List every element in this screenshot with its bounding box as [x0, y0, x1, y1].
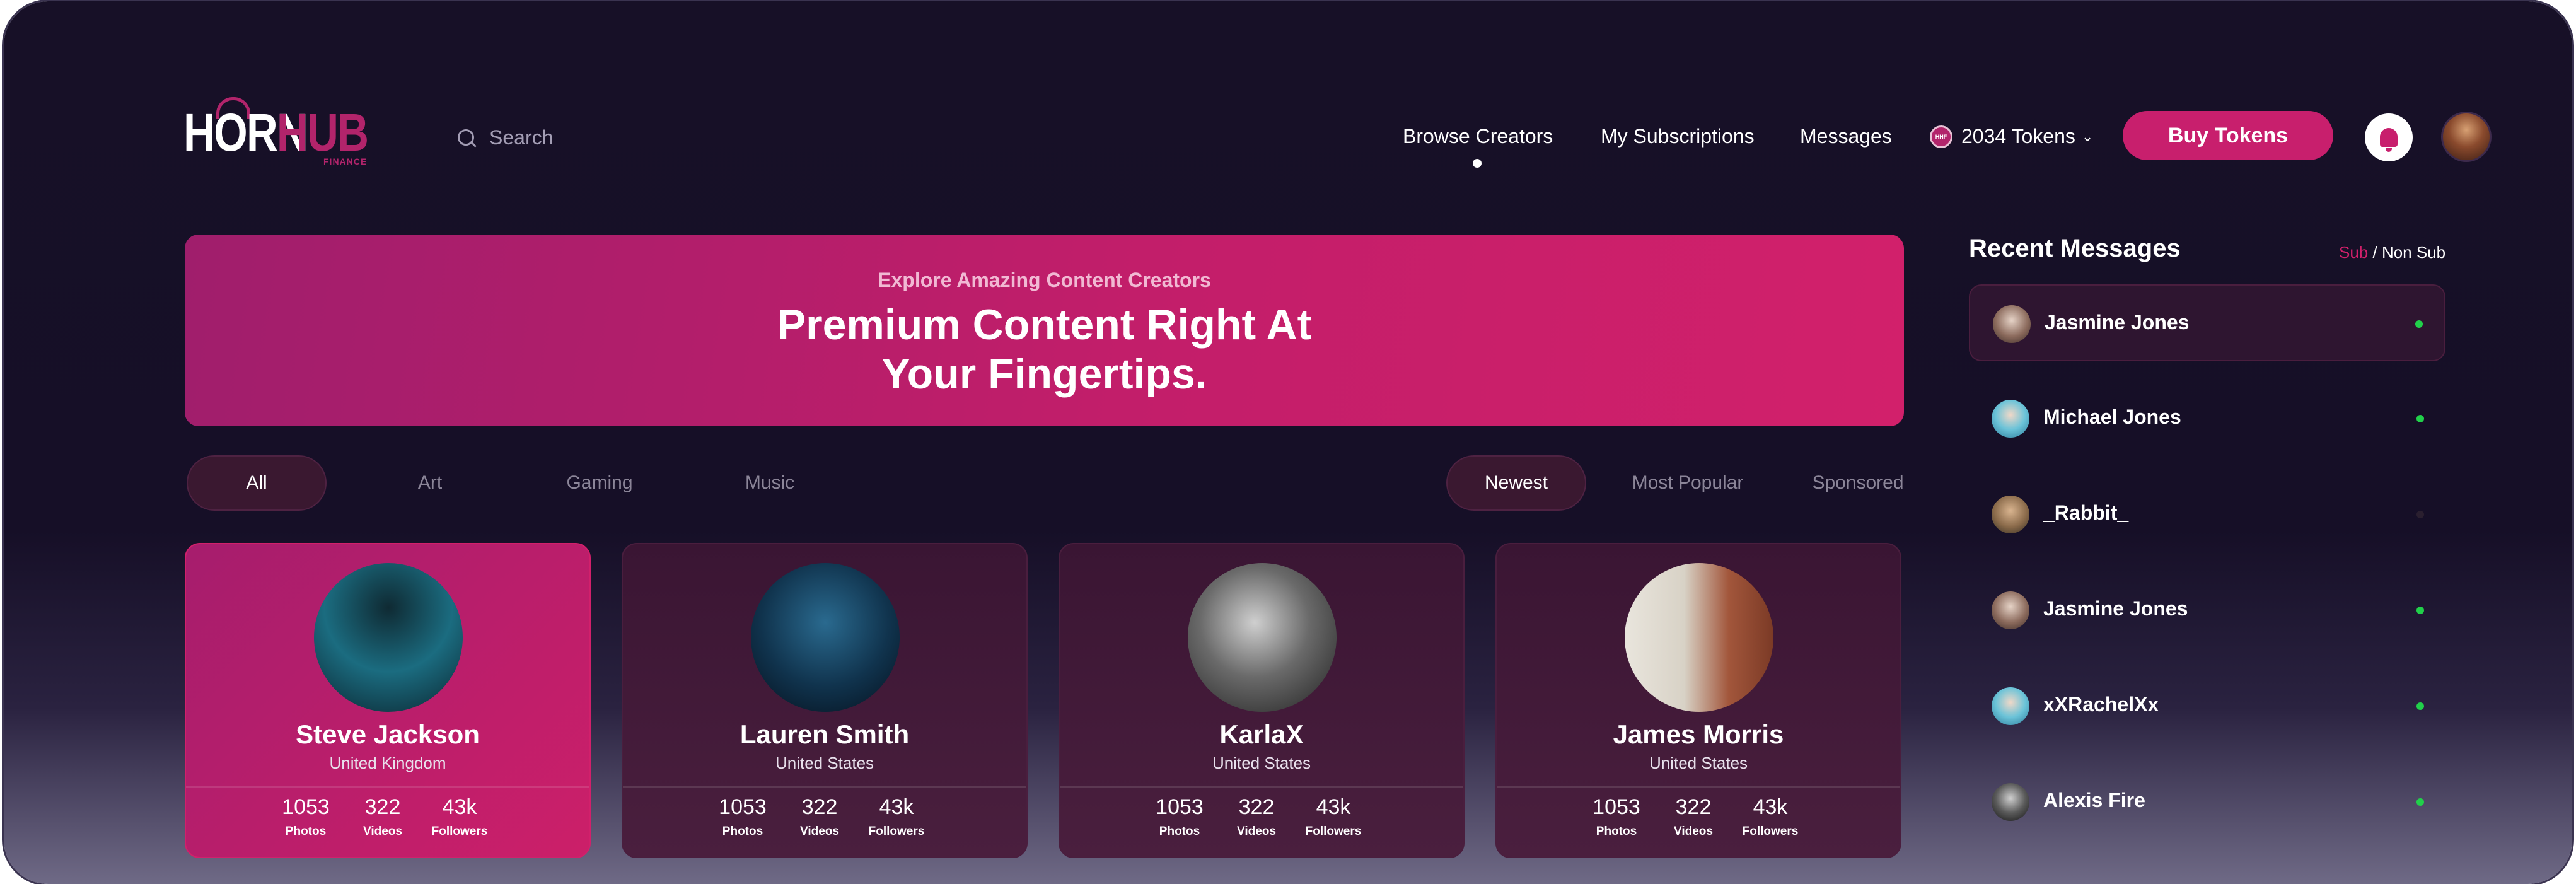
online-status-dot	[2415, 320, 2423, 328]
sub-toggle[interactable]: Sub / Non Sub	[2339, 243, 2445, 262]
creator-avatar	[314, 563, 463, 712]
message-sender: _Rabbit_	[2043, 501, 2129, 524]
tab-gaming[interactable]: Gaming	[530, 455, 670, 511]
creator-avatar	[1188, 563, 1337, 712]
buy-tokens-button[interactable]: Buy Tokens	[2123, 111, 2333, 160]
search-input[interactable]: Search	[458, 125, 647, 150]
online-status-dot	[2416, 702, 2424, 710]
message-sender: Jasmine Jones	[2045, 311, 2190, 334]
message-sender: Michael Jones	[2043, 405, 2181, 428]
card-divider	[1060, 786, 1463, 788]
logo-tagline: FINANCE	[323, 156, 368, 166]
message-item[interactable]: Jasmine Jones	[1969, 284, 2445, 361]
avatar	[1993, 305, 2031, 343]
creator-avatar	[1625, 563, 1773, 712]
creator-location: United States	[775, 753, 874, 772]
creator-location: United Kingdom	[329, 753, 446, 772]
creator-name: KarlaX	[1219, 719, 1304, 749]
hero-title-line-1: Premium Content Right At	[777, 301, 1312, 349]
tab-music[interactable]: Music	[700, 455, 840, 511]
card-divider	[623, 786, 1026, 788]
logo[interactable]: HORN HUB FINANCE	[183, 97, 373, 172]
creator-location: United States	[1212, 753, 1311, 772]
hero-banner: Explore Amazing Content Creators Premium…	[185, 235, 1904, 426]
stat-followers: 43k Followers	[431, 795, 488, 838]
avatar	[1992, 687, 2029, 725]
avatar	[1992, 591, 2029, 629]
stat-photos: 1053 Photos	[719, 795, 767, 838]
creator-card[interactable]: KarlaX United States 1053 Photos 322 Video…	[1059, 543, 1465, 858]
tab-art[interactable]: Art	[360, 455, 500, 511]
creator-name: Steve Jackson	[296, 719, 480, 749]
message-sender: Alexis Fire	[2043, 789, 2145, 811]
creator-avatar	[751, 563, 900, 712]
nav-browse-creators[interactable]: Browse Creators	[1403, 125, 1553, 148]
tab-all[interactable]: All	[187, 455, 327, 511]
tokens-label: 2034 Tokens	[1961, 125, 2075, 148]
toggle-sub[interactable]: Sub	[2339, 243, 2368, 262]
toggle-separator: /	[2368, 243, 2382, 262]
nav-messages[interactable]: Messages	[1800, 125, 1892, 148]
creator-card[interactable]: Steve Jackson United Kingdom 1053 Photos …	[185, 543, 591, 858]
stat-photos: 1053 Photos	[282, 795, 330, 838]
sort-most-popular[interactable]: Most Popular	[1618, 455, 1758, 511]
stat-followers: 43k Followers	[868, 795, 925, 838]
avatar	[1992, 496, 2029, 533]
message-item[interactable]: Michael Jones	[1969, 380, 2445, 457]
chevron-down-icon: ⌄	[2081, 128, 2094, 144]
online-status-dot	[2416, 798, 2424, 806]
online-status-dot	[2416, 607, 2424, 614]
creator-location: United States	[1649, 753, 1748, 772]
logo-text-hub: HUB	[277, 103, 369, 162]
message-item[interactable]: Alexis Fire	[1969, 764, 2445, 840]
hero-subtitle: Explore Amazing Content Creators	[878, 269, 1211, 291]
app-window: HORN HUB FINANCE Search Browse Creators …	[4, 1, 2572, 884]
search-icon	[458, 129, 474, 146]
creator-card[interactable]: Lauren Smith United States 1053 Photos 32…	[622, 543, 1028, 858]
offline-status-dot	[2416, 511, 2424, 518]
tokens-dropdown[interactable]: HHF 2034 Tokens ⌄	[1930, 125, 2093, 148]
message-item[interactable]: _Rabbit_	[1969, 476, 2445, 553]
stat-videos: 322 Videos	[800, 795, 839, 838]
creator-card[interactable]: James Morris United States 1053 Photos 32…	[1495, 543, 1901, 858]
card-divider	[186, 786, 589, 788]
stat-photos: 1053 Photos	[1593, 795, 1640, 838]
stat-videos: 322 Videos	[363, 795, 402, 838]
stat-photos: 1053 Photos	[1156, 795, 1204, 838]
stat-followers: 43k Followers	[1742, 795, 1799, 838]
creator-name: James Morris	[1613, 719, 1784, 749]
user-avatar[interactable]	[2441, 112, 2492, 162]
stat-followers: 43k Followers	[1305, 795, 1362, 838]
sort-newest[interactable]: Newest	[1446, 455, 1586, 511]
nav-active-indicator	[1473, 159, 1482, 168]
message-sender: xXRachelXx	[2043, 693, 2159, 716]
sort-sponsored[interactable]: Sponsored	[1788, 455, 1928, 511]
avatar	[1992, 783, 2029, 821]
nav-my-subscriptions[interactable]: My Subscriptions	[1601, 125, 1755, 148]
hero-title: Premium Content Right At Your Fingertips…	[185, 300, 1904, 398]
card-divider	[1497, 786, 1900, 788]
search-placeholder: Search	[489, 125, 554, 149]
recent-messages-title: Recent Messages	[1969, 235, 2181, 262]
stat-videos: 322 Videos	[1674, 795, 1713, 838]
hero-title-line-2: Your Fingertips.	[881, 350, 1207, 398]
message-item[interactable]: xXRachelXx	[1969, 668, 2445, 745]
stat-videos: 322 Videos	[1237, 795, 1276, 838]
message-item[interactable]: Jasmine Jones	[1969, 572, 2445, 649]
bell-icon	[2380, 128, 2398, 152]
token-coin-icon: HHF	[1930, 125, 1952, 148]
message-sender: Jasmine Jones	[2043, 597, 2188, 620]
creator-name: Lauren Smith	[740, 719, 910, 749]
avatar	[1992, 400, 2029, 438]
online-status-dot	[2416, 415, 2424, 422]
notifications-button[interactable]	[2365, 113, 2413, 161]
toggle-non-sub[interactable]: Non Sub	[2382, 243, 2445, 262]
